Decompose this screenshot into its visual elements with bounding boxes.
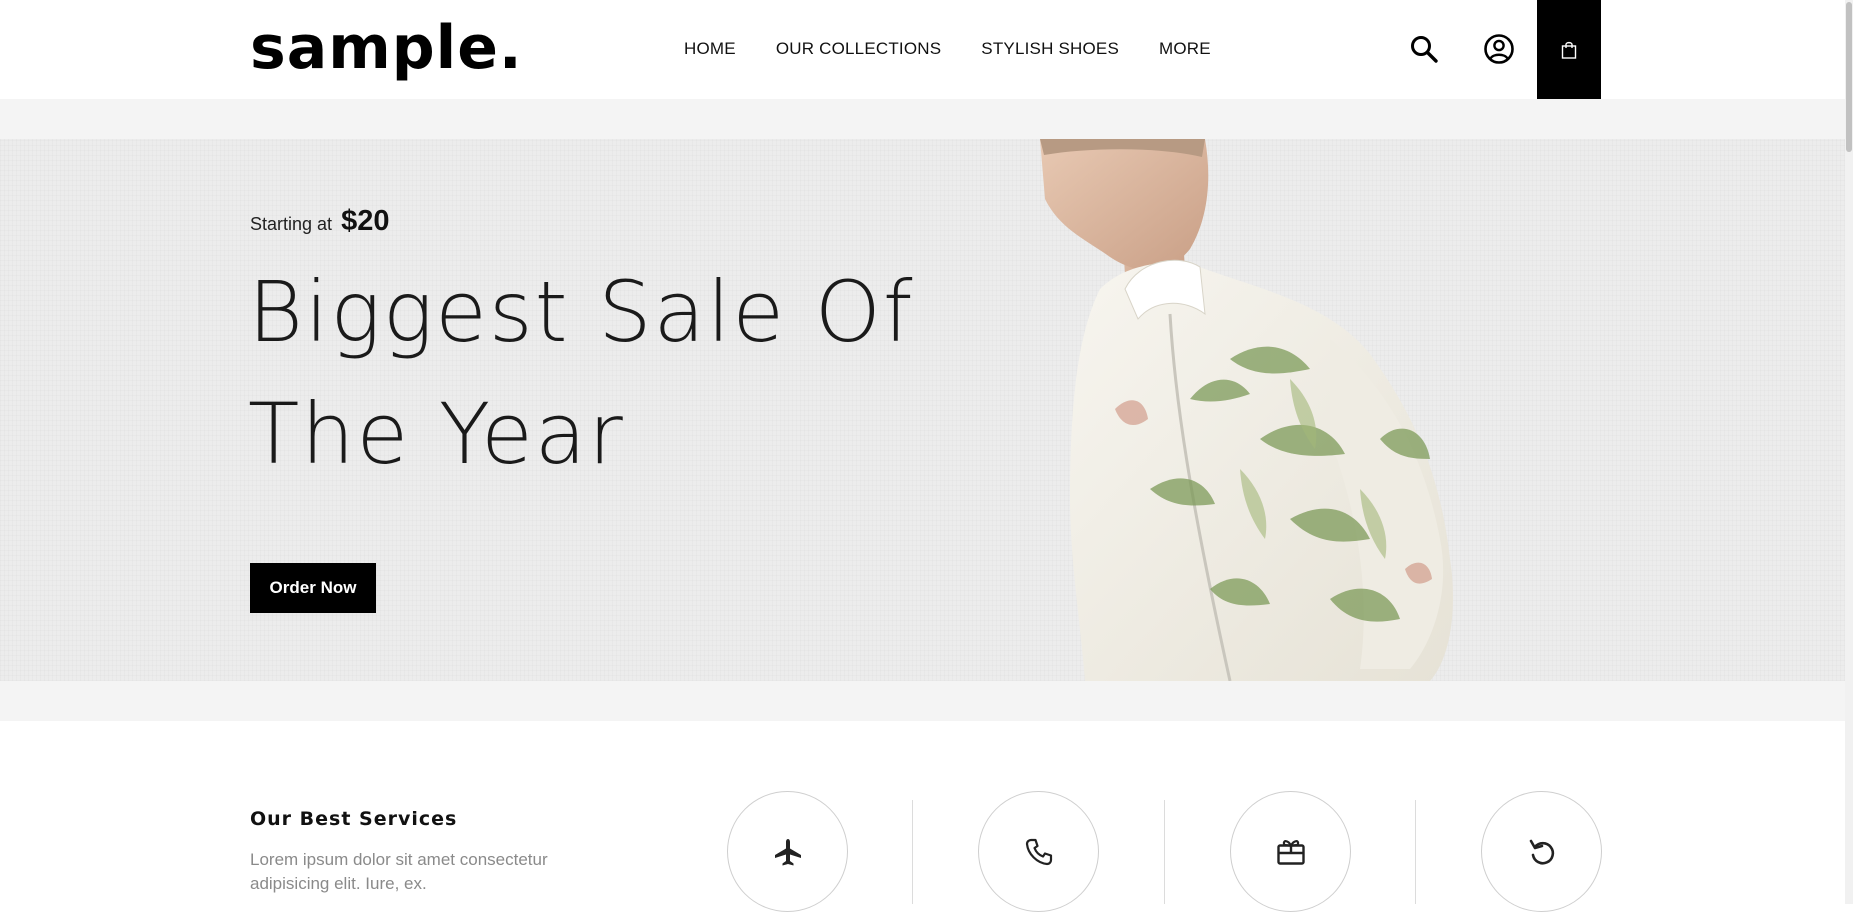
services-description: Lorem ipsum dolor sit amet consectetur a…: [250, 850, 548, 893]
nav-more[interactable]: MORE: [1159, 39, 1211, 59]
account-button[interactable]: [1479, 29, 1519, 69]
hero-headline: Biggest Sale Of The Year: [248, 251, 948, 495]
divider: [912, 800, 913, 904]
main-nav: HOME OUR COLLECTIONS STYLISH SHOES MORE: [684, 36, 1211, 62]
divider: [1415, 800, 1416, 904]
scrollbar-thumb[interactable]: [1846, 2, 1852, 152]
service-returns[interactable]: [1481, 791, 1602, 912]
cart-button[interactable]: [1537, 0, 1601, 99]
return-icon: [1529, 839, 1554, 864]
starting-prefix: Starting at: [250, 214, 333, 234]
headline-line-2: The Year: [248, 385, 625, 483]
headline-line-1: Biggest Sale Of: [248, 263, 915, 361]
order-now-button[interactable]: Order Now: [250, 563, 376, 613]
nav-our-collections[interactable]: OUR COLLECTIONS: [776, 39, 941, 59]
search-button[interactable]: [1404, 29, 1444, 69]
service-gift[interactable]: [1230, 791, 1351, 912]
user-icon: [1484, 34, 1514, 64]
scrollbar[interactable]: [1845, 0, 1853, 904]
search-icon: [1411, 36, 1438, 63]
nav-stylish-shoes[interactable]: STYLISH SHOES: [981, 39, 1119, 59]
logo[interactable]: sample.: [250, 8, 523, 88]
price-value: $20: [341, 205, 390, 237]
hero-model-image: [1040, 139, 1454, 681]
hero-banner: Starting at $20 Biggest Sale Of The Year…: [0, 139, 1853, 681]
starting-price-label: Starting at $20: [250, 205, 389, 238]
site-header: sample. HOME OUR COLLECTIONS STYLISH SHO…: [0, 0, 1853, 99]
divider: [1164, 800, 1165, 904]
service-shipping[interactable]: [727, 791, 848, 912]
gift-icon: [1276, 839, 1305, 865]
service-support[interactable]: [978, 791, 1099, 912]
phone-icon: [1025, 838, 1052, 865]
airplane-icon: [774, 838, 801, 865]
shopping-bag-icon: [1561, 41, 1577, 59]
services-title: Our Best Services: [250, 808, 458, 830]
nav-home[interactable]: HOME: [684, 39, 736, 59]
